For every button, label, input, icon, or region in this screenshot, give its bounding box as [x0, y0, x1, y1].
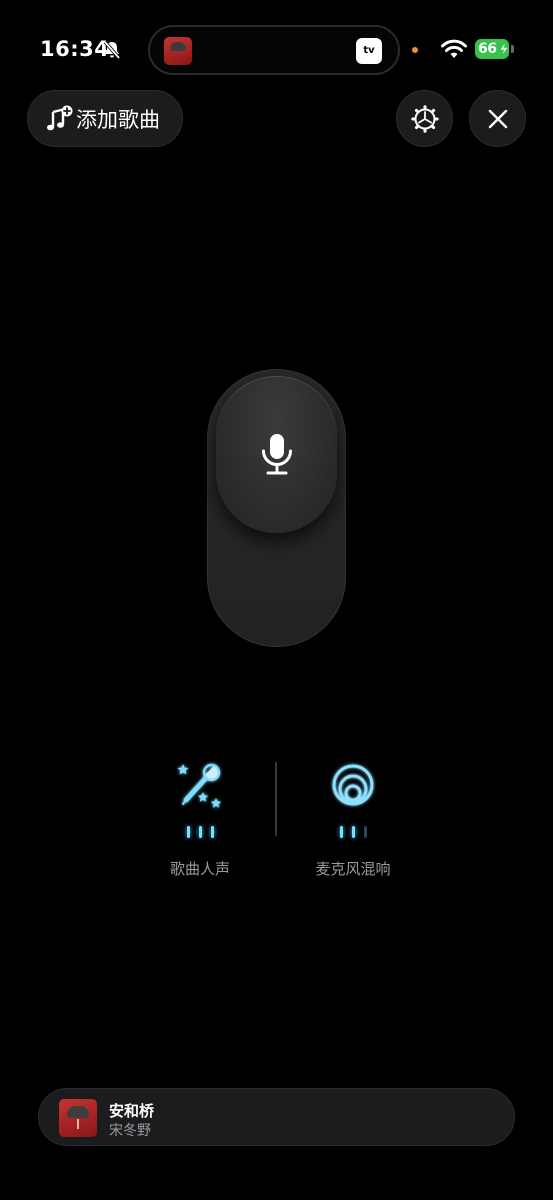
music-note-plus-icon	[47, 105, 73, 130]
level-bar	[186, 826, 190, 838]
song-title: 安和桥	[109, 1102, 155, 1120]
wifi-icon	[441, 39, 467, 58]
mode-divider	[275, 762, 277, 836]
battery-tip	[511, 45, 514, 53]
song-vocal-label: 歌曲人声	[169, 860, 230, 878]
song-artist: 宋冬野	[109, 1123, 151, 1139]
microphone-icon	[261, 433, 292, 474]
now-playing-bar[interactable]: 安和桥 宋冬野	[38, 1088, 515, 1146]
song-vocal-mode[interactable]: 歌曲人声	[150, 760, 250, 879]
level-bar	[210, 826, 214, 838]
album-art-thumbnail	[164, 37, 192, 65]
status-time: 16:34	[40, 37, 110, 61]
settings-button[interactable]	[396, 90, 453, 147]
mic-reverb-mode[interactable]: 麦克风混响	[303, 760, 403, 879]
bell-muted-icon	[103, 40, 121, 60]
gear-icon	[410, 104, 439, 133]
level-bar	[363, 826, 367, 838]
add-song-button[interactable]: 添加歌曲	[27, 90, 183, 147]
close-icon	[488, 109, 507, 128]
add-song-label: 添加歌曲	[76, 107, 160, 132]
apple-tv-app-icon: tv	[356, 38, 382, 64]
album-art	[59, 1099, 97, 1137]
karaoke-screen: 16:34 tv 66 添加歌曲 歌曲人声 麦克风混响 安和桥 宋冬野	[0, 0, 553, 1200]
level-bar	[339, 826, 343, 838]
mic-reverb-label: 麦克风混响	[315, 860, 391, 878]
karaoke-mic-stars-icon	[177, 763, 222, 808]
mic-reverb-level-bars	[303, 826, 403, 840]
level-bar	[351, 826, 355, 838]
concentric-rings-icon	[332, 764, 374, 806]
mic-in-use-indicator	[412, 47, 418, 53]
mic-toggle-knob[interactable]	[216, 376, 337, 533]
close-button[interactable]	[469, 90, 526, 147]
dynamic-island[interactable]: tv	[148, 25, 400, 75]
song-vocal-level-bars	[150, 826, 250, 840]
charging-bolt-icon	[499, 42, 509, 56]
level-bar	[198, 826, 202, 838]
